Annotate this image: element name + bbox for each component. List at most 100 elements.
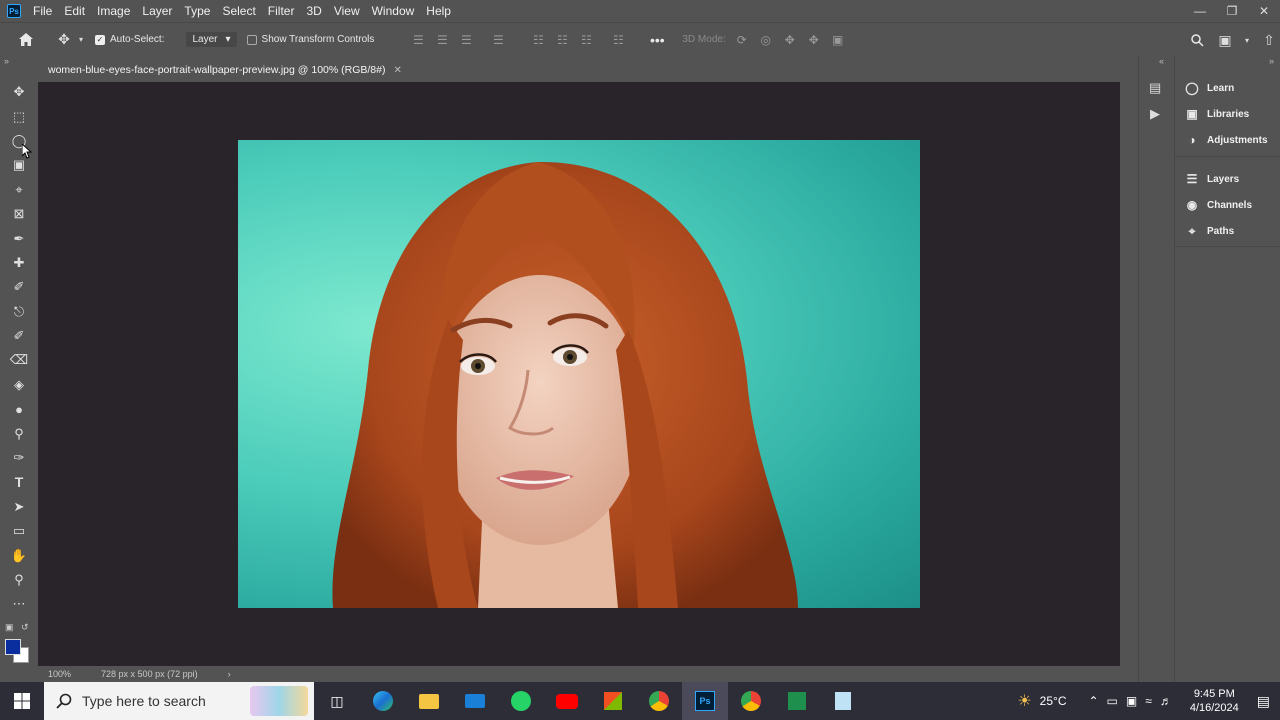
file-explorer-icon[interactable]: [406, 682, 452, 720]
close-tab-icon[interactable]: ✕: [393, 65, 401, 76]
history-brush-tool-icon[interactable]: ✐: [6, 324, 32, 348]
photoshop-taskbar-icon[interactable]: Ps: [682, 682, 728, 720]
healing-brush-tool-icon[interactable]: ✚: [6, 251, 32, 275]
foreground-color-swatch[interactable]: [5, 639, 21, 655]
weather-temperature[interactable]: 25°C: [1040, 694, 1067, 708]
workspace-icon[interactable]: ▣: [1214, 29, 1236, 51]
pen-tool-icon[interactable]: ✑: [6, 446, 32, 470]
move-tool-icon[interactable]: ✥: [6, 80, 32, 104]
path-selection-tool-icon[interactable]: ➤: [6, 495, 32, 519]
chrome-profile-icon[interactable]: [728, 682, 774, 720]
chevron-right-icon[interactable]: ›: [228, 669, 231, 679]
eraser-tool-icon[interactable]: ⌫: [6, 348, 32, 372]
blur-tool-icon[interactable]: ●: [6, 397, 32, 421]
hand-tool-icon[interactable]: ✋: [6, 543, 32, 567]
task-view-icon[interactable]: ◫: [314, 682, 360, 720]
align-bottom-icon[interactable]: ☷: [576, 30, 596, 50]
pan-3d-icon[interactable]: ✥: [780, 30, 800, 50]
microsoft-store-icon[interactable]: [590, 682, 636, 720]
zoom-tool-icon[interactable]: ⚲: [6, 568, 32, 592]
align-top-icon[interactable]: ☷: [528, 30, 548, 50]
default-colors-icon[interactable]: ▣: [5, 622, 14, 633]
portrait-image[interactable]: [238, 140, 920, 608]
panel-layers[interactable]: ☰ Layers: [1175, 168, 1280, 190]
checkbox-unchecked-icon[interactable]: [246, 34, 257, 45]
close-icon[interactable]: ✕: [1248, 0, 1280, 22]
wifi-icon[interactable]: ≈: [1145, 694, 1152, 708]
eyedropper-tool-icon[interactable]: ✒: [6, 226, 32, 250]
slide-3d-icon[interactable]: ✥: [804, 30, 824, 50]
marquee-tool-icon[interactable]: ⬚: [6, 104, 32, 128]
zoom-level[interactable]: 100%: [48, 669, 71, 679]
meet-now-icon[interactable]: ▣: [1126, 694, 1137, 708]
windows-start-icon[interactable]: [0, 682, 44, 720]
menu-type[interactable]: Type: [178, 0, 216, 22]
volume-icon[interactable]: ♬: [1160, 694, 1172, 708]
distribute-vertical-icon[interactable]: ☷: [608, 30, 628, 50]
dodge-tool-icon[interactable]: ⚲: [6, 421, 32, 445]
minimize-icon[interactable]: —: [1184, 0, 1216, 22]
taskbar-search-box[interactable]: Type here to search: [44, 682, 314, 720]
menu-edit[interactable]: Edit: [58, 0, 91, 22]
whatsapp-icon[interactable]: [498, 682, 544, 720]
notifications-icon[interactable]: ▤: [1257, 693, 1270, 710]
align-left-icon[interactable]: ☰: [408, 30, 428, 50]
menu-select[interactable]: Select: [216, 0, 261, 22]
battery-icon[interactable]: ▭: [1107, 694, 1118, 708]
restore-icon[interactable]: ❐: [1216, 0, 1248, 22]
swap-colors-icon[interactable]: ↺: [21, 622, 29, 633]
expand-arrows-icon[interactable]: »: [1269, 56, 1274, 66]
chevron-down-icon[interactable]: ▾: [1242, 29, 1252, 51]
distribute-icon[interactable]: ☰: [488, 30, 508, 50]
brush-tool-icon[interactable]: ✐: [6, 275, 32, 299]
more-tools-icon[interactable]: ⋯: [6, 592, 32, 616]
auto-select-checkbox[interactable]: ✓ Auto-Select:: [95, 34, 164, 45]
mail-icon[interactable]: [452, 682, 498, 720]
align-center-icon[interactable]: ☰: [432, 30, 452, 50]
roll-3d-icon[interactable]: ◎: [756, 30, 776, 50]
media-app-icon[interactable]: [774, 682, 820, 720]
paint-bucket-tool-icon[interactable]: ◈: [6, 373, 32, 397]
clone-stamp-tool-icon[interactable]: ⎋: [6, 300, 32, 324]
frame-tool-icon[interactable]: ⊠: [6, 202, 32, 226]
notepad-icon[interactable]: [820, 682, 866, 720]
show-transform-checkbox[interactable]: Show Transform Controls: [246, 34, 374, 45]
checkbox-checked-icon[interactable]: ✓: [95, 34, 105, 45]
actions-play-icon[interactable]: ▶: [1150, 106, 1160, 122]
menu-view[interactable]: View: [328, 0, 366, 22]
history-panel-icon[interactable]: ▤: [1149, 80, 1161, 96]
search-highlight-icon[interactable]: [250, 686, 308, 716]
collapse-arrows-icon[interactable]: «: [1159, 56, 1164, 66]
scale-3d-icon[interactable]: ▣: [828, 30, 848, 50]
align-middle-icon[interactable]: ☷: [552, 30, 572, 50]
document-tab[interactable]: women-blue-eyes-face-portrait-wallpaper-…: [38, 58, 412, 82]
panel-adjustments[interactable]: ◑ Adjustments: [1175, 129, 1280, 151]
youtube-icon[interactable]: [544, 682, 590, 720]
search-icon[interactable]: [1186, 29, 1208, 51]
auto-select-dropdown[interactable]: Layer ▾: [186, 32, 237, 47]
align-right-icon[interactable]: ☰: [456, 30, 476, 50]
menu-file[interactable]: File: [27, 0, 58, 22]
panel-libraries[interactable]: ▣ Libraries: [1175, 103, 1280, 125]
panel-channels[interactable]: ◉ Channels: [1175, 194, 1280, 216]
menu-window[interactable]: Window: [366, 0, 421, 22]
rectangle-tool-icon[interactable]: ▭: [6, 519, 32, 543]
more-options-icon[interactable]: •••: [646, 29, 668, 51]
collapse-arrows-icon[interactable]: »: [4, 56, 9, 66]
document-info[interactable]: 728 px x 500 px (72 ppi): [101, 669, 198, 679]
orbit-3d-icon[interactable]: ⟳: [732, 30, 752, 50]
menu-image[interactable]: Image: [91, 0, 136, 22]
edge-browser-icon[interactable]: [360, 682, 406, 720]
chevron-up-icon[interactable]: ⌃: [1088, 694, 1098, 708]
panel-paths[interactable]: ⌖ Paths: [1175, 220, 1280, 242]
share-icon[interactable]: ⇧: [1258, 29, 1280, 51]
chrome-icon[interactable]: [636, 682, 682, 720]
menu-filter[interactable]: Filter: [262, 0, 301, 22]
move-tool-icon[interactable]: ✥: [53, 29, 75, 51]
menu-3d[interactable]: 3D: [300, 0, 327, 22]
menu-layer[interactable]: Layer: [136, 0, 178, 22]
panel-learn[interactable]: ◯ Learn: [1175, 77, 1280, 99]
crop-tool-icon[interactable]: ⌖: [6, 178, 32, 202]
menu-help[interactable]: Help: [420, 0, 457, 22]
chevron-down-icon[interactable]: ▾: [75, 29, 87, 51]
